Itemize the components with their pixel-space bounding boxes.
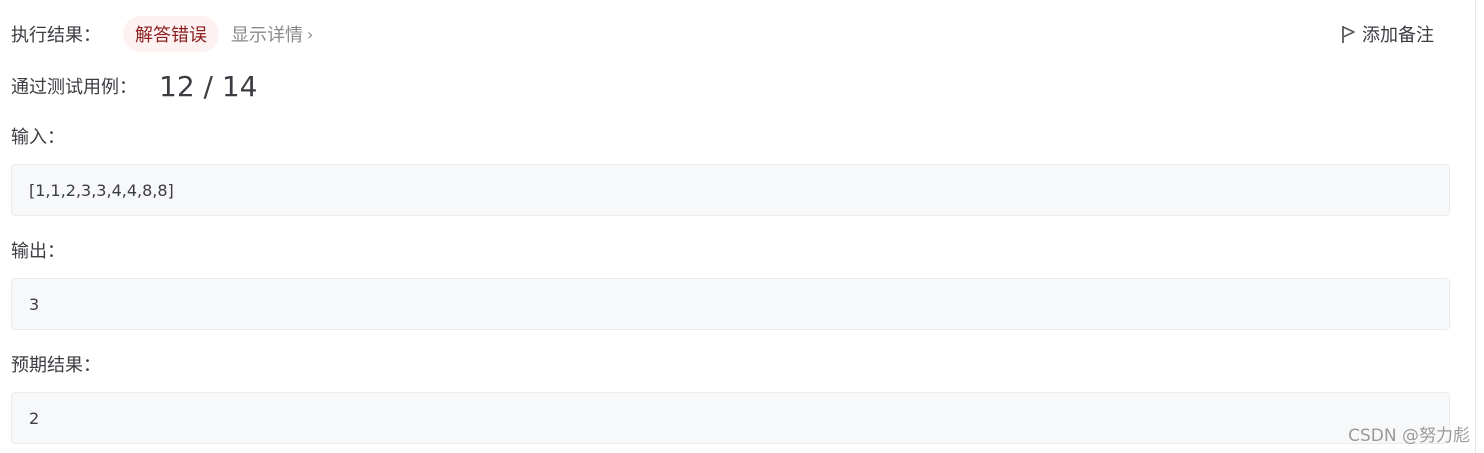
watermark: CSDN @努力彪 bbox=[1348, 426, 1470, 446]
add-note-button[interactable]: 添加备注 bbox=[1340, 18, 1434, 50]
input-value: [1,1,2,3,3,4,4,8,8] bbox=[29, 180, 174, 200]
expected-box[interactable]: 2 bbox=[11, 392, 1450, 444]
show-details-link[interactable]: 显示详情 › bbox=[231, 21, 313, 47]
tests-passed-row: 通过测试用例： 12 / 14 bbox=[11, 66, 258, 106]
result-row: 执行结果： 解答错误 显示详情 › bbox=[11, 16, 313, 52]
output-box[interactable]: 3 bbox=[11, 278, 1450, 330]
tests-passed-count: 12 / 14 bbox=[159, 69, 258, 103]
expected-label: 预期结果： bbox=[11, 355, 101, 376]
add-note-label: 添加备注 bbox=[1362, 25, 1434, 46]
show-details-label: 显示详情 bbox=[231, 25, 303, 46]
flag-icon bbox=[1342, 26, 1355, 43]
result-label: 执行结果： bbox=[11, 25, 101, 46]
output-value: 3 bbox=[29, 294, 40, 314]
tests-passed-label: 通过测试用例： bbox=[11, 77, 137, 98]
chevron-right-icon: › bbox=[307, 24, 314, 44]
expected-value: 2 bbox=[29, 408, 40, 428]
output-label: 输出： bbox=[11, 241, 65, 262]
status-badge: 解答错误 bbox=[123, 16, 219, 52]
input-box[interactable]: [1,1,2,3,3,4,4,8,8] bbox=[11, 164, 1450, 216]
right-divider bbox=[1475, 0, 1476, 453]
input-label: 输入： bbox=[11, 127, 65, 148]
